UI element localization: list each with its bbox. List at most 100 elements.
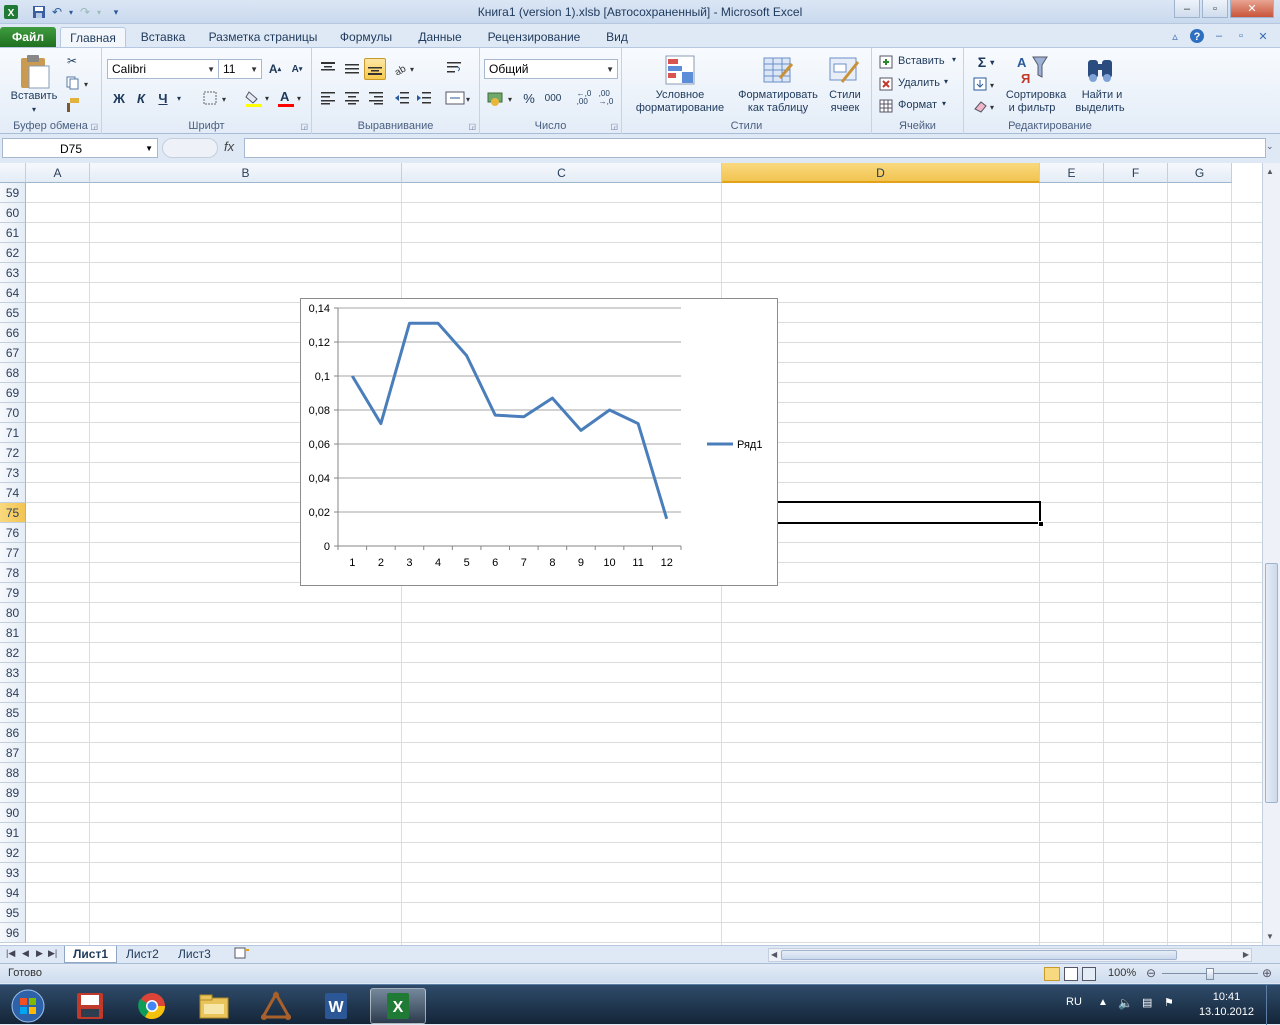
paste-dropdown-icon[interactable]: ▾ <box>28 103 40 116</box>
row-header-85[interactable]: 85 <box>0 703 26 723</box>
zoom-out-icon[interactable]: ⊖ <box>1146 966 1156 980</box>
chevron-down-icon[interactable]: ▾ <box>944 77 948 86</box>
scroll-left-icon[interactable]: ◀ <box>771 950 777 959</box>
language-indicator[interactable]: RU <box>1066 996 1082 1008</box>
row-header-63[interactable]: 63 <box>0 263 26 283</box>
merge-center-icon[interactable]: ▾ <box>444 88 474 108</box>
workbook-minimize-icon[interactable]: – <box>1210 27 1228 45</box>
row-header-89[interactable]: 89 <box>0 783 26 803</box>
format-cells-label[interactable]: Формат <box>898 99 937 111</box>
row-header-86[interactable]: 86 <box>0 723 26 743</box>
first-sheet-icon[interactable]: |◀ <box>6 948 15 959</box>
tab-review[interactable]: Рецензирование <box>482 27 586 48</box>
autosum-icon[interactable]: Σ▾ <box>972 54 1000 70</box>
expand-formula-bar-icon[interactable]: ⌄ <box>1266 141 1274 152</box>
row-header-73[interactable]: 73 <box>0 463 26 483</box>
zoom-in-icon[interactable]: ⊕ <box>1262 966 1272 980</box>
grow-font-icon[interactable]: A▴ <box>266 60 284 78</box>
column-header-b[interactable]: B <box>90 163 402 183</box>
row-header-80[interactable]: 80 <box>0 603 26 623</box>
format-cells-icon[interactable] <box>878 98 894 114</box>
network-icon[interactable]: ▤ <box>1142 996 1152 1009</box>
formula-input[interactable] <box>244 138 1266 158</box>
row-header-78[interactable]: 78 <box>0 563 26 583</box>
row-header-66[interactable]: 66 <box>0 323 26 343</box>
insert-cells-label[interactable]: Вставить <box>898 55 945 67</box>
clock[interactable]: 10:41 13.10.2012 <box>1199 990 1254 1020</box>
next-sheet-icon[interactable]: ▶ <box>36 948 43 959</box>
chevron-down-icon[interactable]: ▾ <box>952 55 956 64</box>
alignment-launcher-icon[interactable]: ◲ <box>468 122 476 131</box>
taskbar-app-icon[interactable] <box>62 988 118 1024</box>
fill-icon[interactable]: ▾ <box>972 76 1000 92</box>
increase-indent-icon[interactable] <box>414 88 434 108</box>
row-header-81[interactable]: 81 <box>0 623 26 643</box>
workbook-close-icon[interactable]: ✕ <box>1254 27 1272 45</box>
column-header-g[interactable]: G <box>1168 163 1232 183</box>
name-box[interactable]: D75▼ <box>2 138 158 158</box>
percent-button[interactable]: % <box>520 88 538 108</box>
bold-button[interactable]: Ж <box>110 88 128 108</box>
wrap-text-icon[interactable] <box>444 58 464 78</box>
underline-button[interactable]: Ч <box>154 88 172 108</box>
delete-cells-label[interactable]: Удалить <box>898 77 940 89</box>
sheet-tab-1[interactable]: Лист1 <box>64 946 117 963</box>
tray-expand-icon[interactable]: ▲ <box>1098 997 1108 1008</box>
row-header-65[interactable]: 65 <box>0 303 26 323</box>
font-name-combo[interactable]: Calibri▼ <box>107 59 219 79</box>
cut-icon[interactable]: ✂ <box>64 53 80 69</box>
increase-decimal-icon[interactable]: ←,0,00 <box>574 88 594 108</box>
app-triangle-icon[interactable] <box>248 988 304 1024</box>
font-size-combo[interactable]: 11▼ <box>218 59 262 79</box>
row-header-62[interactable]: 62 <box>0 243 26 263</box>
sort-filter-button[interactable]: AЯ <box>1014 52 1050 88</box>
row-header-96[interactable]: 96 <box>0 923 26 943</box>
shrink-font-icon[interactable]: A▾ <box>288 60 306 78</box>
volume-icon[interactable]: 🔈 <box>1118 996 1133 1010</box>
show-desktop-button[interactable] <box>1266 985 1280 1025</box>
copy-icon[interactable]: ▾ <box>64 75 92 91</box>
column-header-e[interactable]: E <box>1040 163 1104 183</box>
row-header-67[interactable]: 67 <box>0 343 26 363</box>
row-header-69[interactable]: 69 <box>0 383 26 403</box>
start-button[interactable] <box>2 988 54 1024</box>
row-header-88[interactable]: 88 <box>0 763 26 783</box>
help-icon[interactable]: ? <box>1188 27 1206 45</box>
conditional-formatting-button[interactable] <box>662 52 698 88</box>
row-header-91[interactable]: 91 <box>0 823 26 843</box>
align-right-icon[interactable] <box>366 88 386 108</box>
row-header-70[interactable]: 70 <box>0 403 26 423</box>
orientation-icon[interactable]: ab▾ <box>392 58 418 78</box>
borders-icon[interactable]: ▾ <box>200 88 232 108</box>
chevron-down-icon[interactable]: ▼ <box>145 144 153 153</box>
currency-format-icon[interactable]: ▾ <box>486 88 518 108</box>
worksheet-grid[interactable]: ABCDEFG 59606162636465666768697071727374… <box>0 163 1262 945</box>
fill-handle[interactable] <box>1038 521 1044 527</box>
row-header-94[interactable]: 94 <box>0 883 26 903</box>
scroll-up-icon[interactable]: ▲ <box>1266 167 1274 176</box>
minimize-ribbon-icon[interactable]: ▵ <box>1166 27 1184 45</box>
find-select-button[interactable] <box>1082 52 1118 88</box>
insert-cells-icon[interactable] <box>878 54 894 70</box>
vertical-scrollbar[interactable]: ▲ ▼ <box>1262 163 1280 945</box>
tab-file[interactable]: Файл <box>0 27 56 48</box>
page-break-view-icon[interactable] <box>1082 967 1096 981</box>
row-header-92[interactable]: 92 <box>0 843 26 863</box>
chrome-icon[interactable] <box>124 988 180 1024</box>
align-middle-icon[interactable] <box>342 58 362 78</box>
font-color-icon[interactable]: A▾ <box>276 88 306 108</box>
normal-view-icon[interactable] <box>1044 967 1060 981</box>
insert-function-button[interactable]: fx <box>224 139 234 154</box>
prev-sheet-icon[interactable]: ◀ <box>22 948 29 959</box>
tab-data[interactable]: Данные <box>410 27 470 48</box>
tab-home[interactable]: Главная <box>60 27 126 48</box>
column-header-f[interactable]: F <box>1104 163 1168 183</box>
fill-color-icon[interactable]: ▾ <box>244 88 274 108</box>
align-left-icon[interactable] <box>318 88 338 108</box>
row-header-82[interactable]: 82 <box>0 643 26 663</box>
cell-styles-button[interactable] <box>826 52 862 88</box>
maximize-button[interactable]: ▫ <box>1202 0 1228 18</box>
last-sheet-icon[interactable]: ▶| <box>48 948 57 959</box>
column-header-c[interactable]: C <box>402 163 722 183</box>
row-header-84[interactable]: 84 <box>0 683 26 703</box>
